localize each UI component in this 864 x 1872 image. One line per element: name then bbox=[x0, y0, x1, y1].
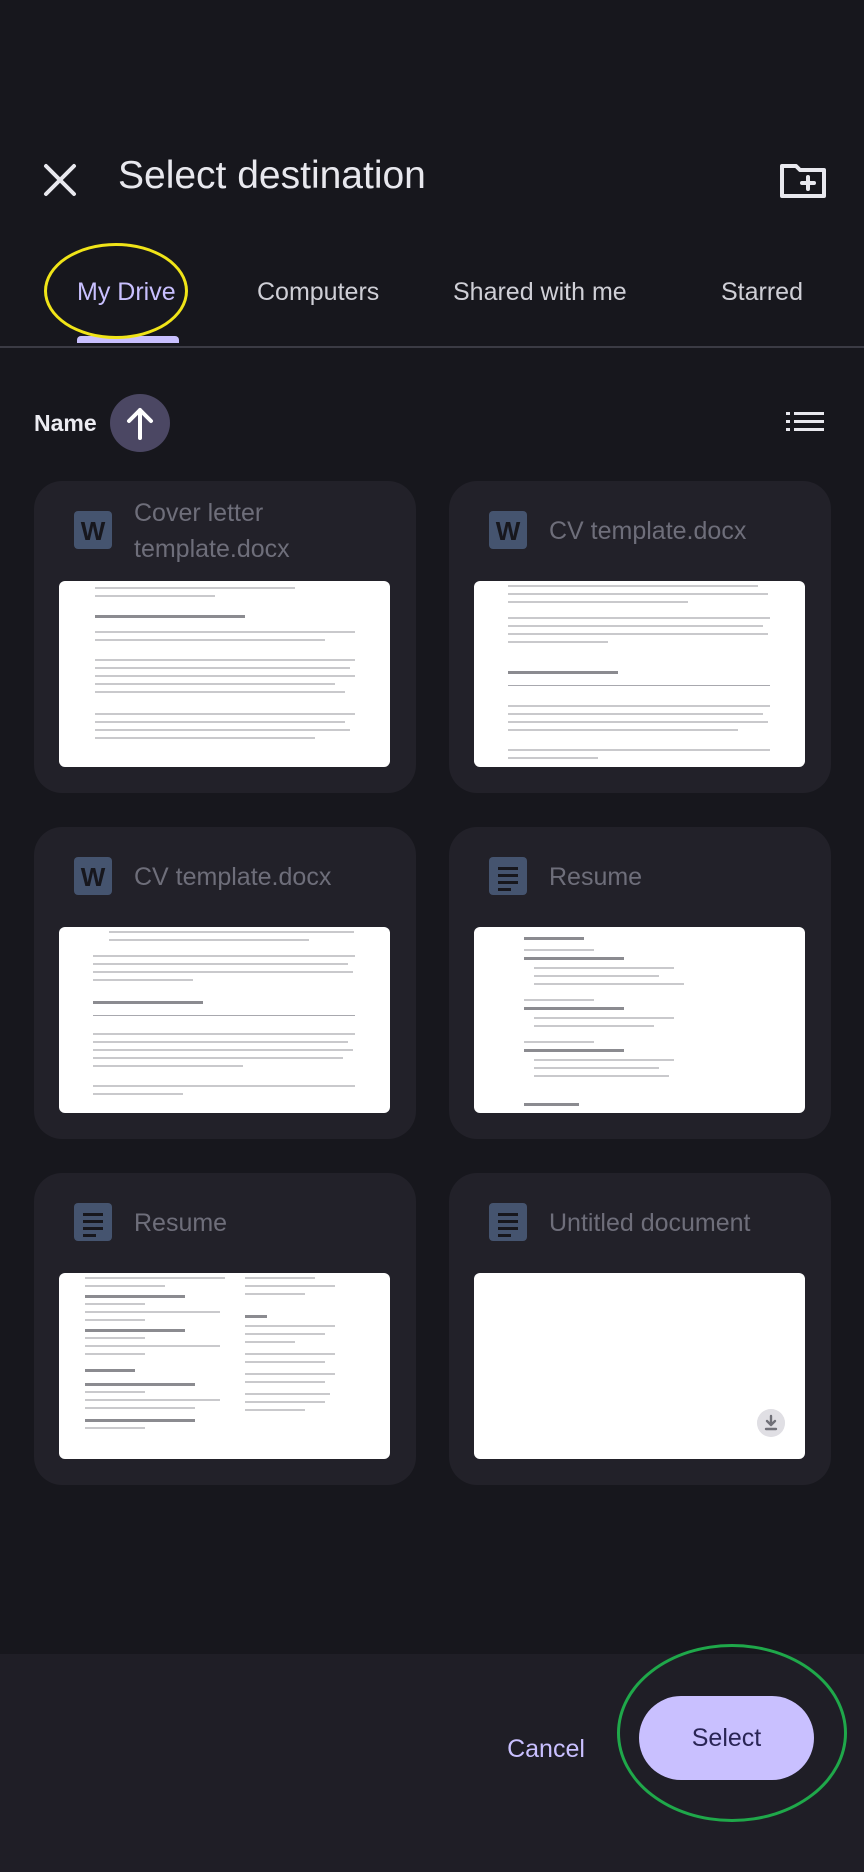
list-view-button[interactable] bbox=[782, 402, 828, 442]
tab-starred[interactable]: Starred bbox=[721, 278, 803, 307]
sort-label[interactable]: Name bbox=[34, 410, 97, 437]
file-thumbnail bbox=[59, 581, 390, 767]
list-view-icon bbox=[786, 412, 824, 431]
file-thumbnail bbox=[59, 1273, 390, 1459]
file-card[interactable]: W CV template.docx bbox=[34, 827, 416, 1139]
highlight-circle-my-drive bbox=[44, 243, 188, 339]
file-card[interactable]: W Cover letter template.docx bbox=[34, 481, 416, 793]
svg-text:W: W bbox=[496, 516, 521, 546]
highlight-circle-select bbox=[617, 1644, 847, 1822]
file-name: Resume bbox=[549, 863, 643, 891]
tab-computers[interactable]: Computers bbox=[257, 278, 379, 307]
offline-download-icon bbox=[757, 1409, 785, 1437]
close-button[interactable] bbox=[30, 150, 90, 210]
sort-direction-button[interactable] bbox=[110, 394, 170, 452]
word-doc-icon: W bbox=[74, 511, 112, 549]
google-doc-icon bbox=[74, 1203, 112, 1241]
svg-text:W: W bbox=[81, 516, 106, 546]
file-name: Untitled document bbox=[549, 1209, 751, 1237]
top-app-bar: Select destination bbox=[0, 120, 864, 230]
file-name: CV template.docx bbox=[134, 863, 332, 891]
file-card[interactable]: W CV template.docx bbox=[449, 481, 831, 793]
file-thumbnail bbox=[474, 1273, 805, 1459]
file-name: Cover letter template.docx bbox=[134, 499, 290, 563]
file-name: CV template.docx bbox=[549, 517, 747, 545]
file-card[interactable]: Resume bbox=[449, 827, 831, 1139]
tab-shared-with-me[interactable]: Shared with me bbox=[453, 278, 627, 307]
file-thumbnail bbox=[59, 927, 390, 1113]
google-doc-icon bbox=[489, 857, 527, 895]
google-doc-icon bbox=[489, 1203, 527, 1241]
sort-bar: Name bbox=[0, 392, 864, 452]
word-doc-icon: W bbox=[489, 511, 527, 549]
file-thumbnail bbox=[474, 581, 805, 767]
file-card[interactable]: Untitled document bbox=[449, 1173, 831, 1485]
cancel-button[interactable]: Cancel bbox=[496, 1722, 596, 1776]
arrow-up-icon bbox=[127, 408, 153, 440]
file-card[interactable]: Resume bbox=[34, 1173, 416, 1485]
close-icon bbox=[44, 164, 76, 196]
new-folder-icon bbox=[780, 164, 826, 198]
new-folder-button[interactable] bbox=[776, 152, 832, 208]
file-name: Resume bbox=[134, 1209, 228, 1237]
file-thumbnail bbox=[474, 927, 805, 1113]
word-doc-icon: W bbox=[74, 857, 112, 895]
svg-text:W: W bbox=[81, 862, 106, 892]
page-title: Select destination bbox=[118, 154, 426, 197]
